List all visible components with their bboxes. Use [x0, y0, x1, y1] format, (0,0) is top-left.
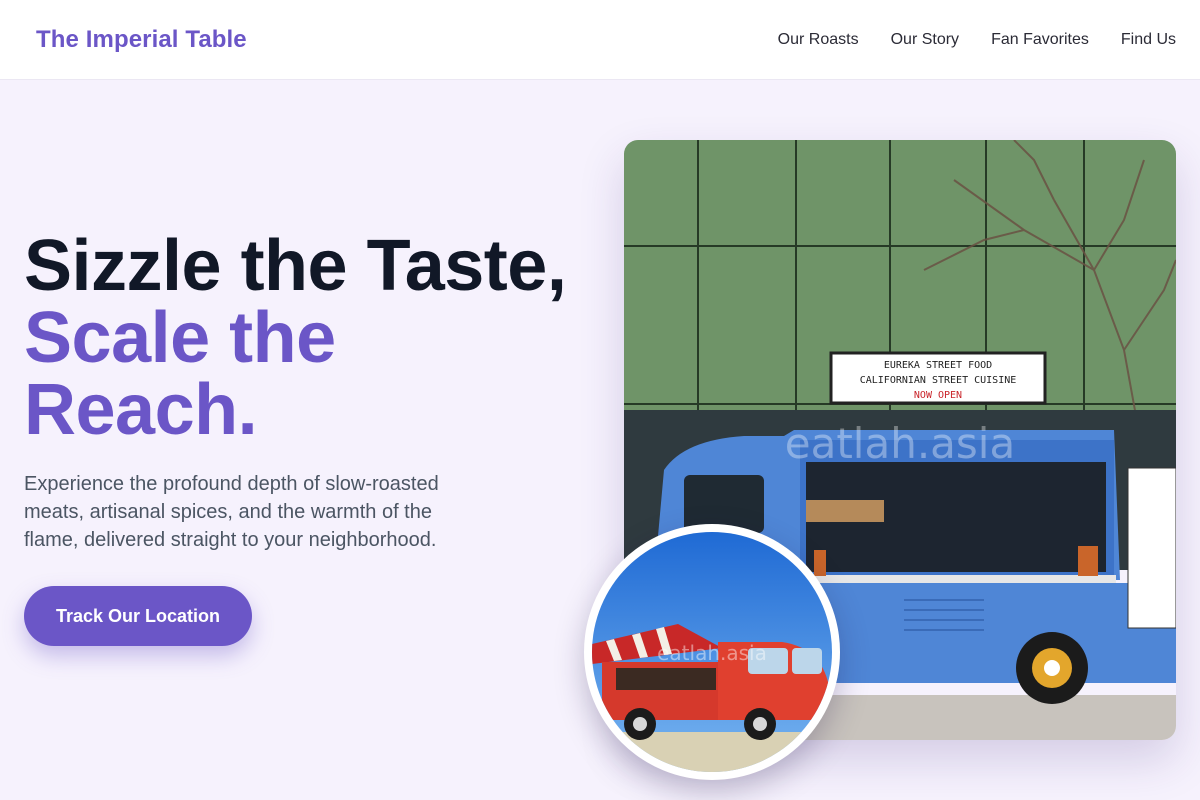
sign-line-3: NOW OPEN: [914, 390, 962, 401]
hero-headline: Sizzle the Taste, Scale the Reach.: [24, 230, 604, 446]
nav-link-our-story[interactable]: Our Story: [891, 31, 959, 49]
inset-photo-watermark: eatlah.asia: [657, 641, 767, 665]
nav-link-fan-favorites[interactable]: Fan Favorites: [991, 31, 1089, 49]
headline-line-3: Reach.: [24, 370, 258, 450]
top-navbar: The Imperial Table Our Roasts Our Story …: [0, 0, 1200, 80]
brand-logo[interactable]: The Imperial Table: [36, 26, 247, 54]
sign-line-1: EUREKA STREET FOOD: [884, 360, 992, 371]
hero-section: Sizzle the Taste, Scale the Reach. Exper…: [24, 230, 604, 646]
nav-link-find-us[interactable]: Find Us: [1121, 31, 1176, 49]
inset-photo-frame: eatlah.asia: [584, 524, 840, 780]
headline-line-1: Sizzle the Taste,: [24, 226, 567, 306]
red-truck-photo: eatlah.asia: [592, 532, 832, 772]
nav-link-our-roasts[interactable]: Our Roasts: [778, 31, 859, 49]
headline-line-2: Scale the: [24, 298, 336, 378]
main-nav: Our Roasts Our Story Fan Favorites Find …: [778, 31, 1176, 49]
main-photo-watermark: eatlah.asia: [785, 419, 1015, 468]
sign-line-2: CALIFORNIAN STREET CUISINE: [860, 375, 1017, 386]
track-location-button[interactable]: Track Our Location: [24, 586, 253, 646]
hero-description: Experience the profound depth of slow-ro…: [24, 473, 439, 551]
